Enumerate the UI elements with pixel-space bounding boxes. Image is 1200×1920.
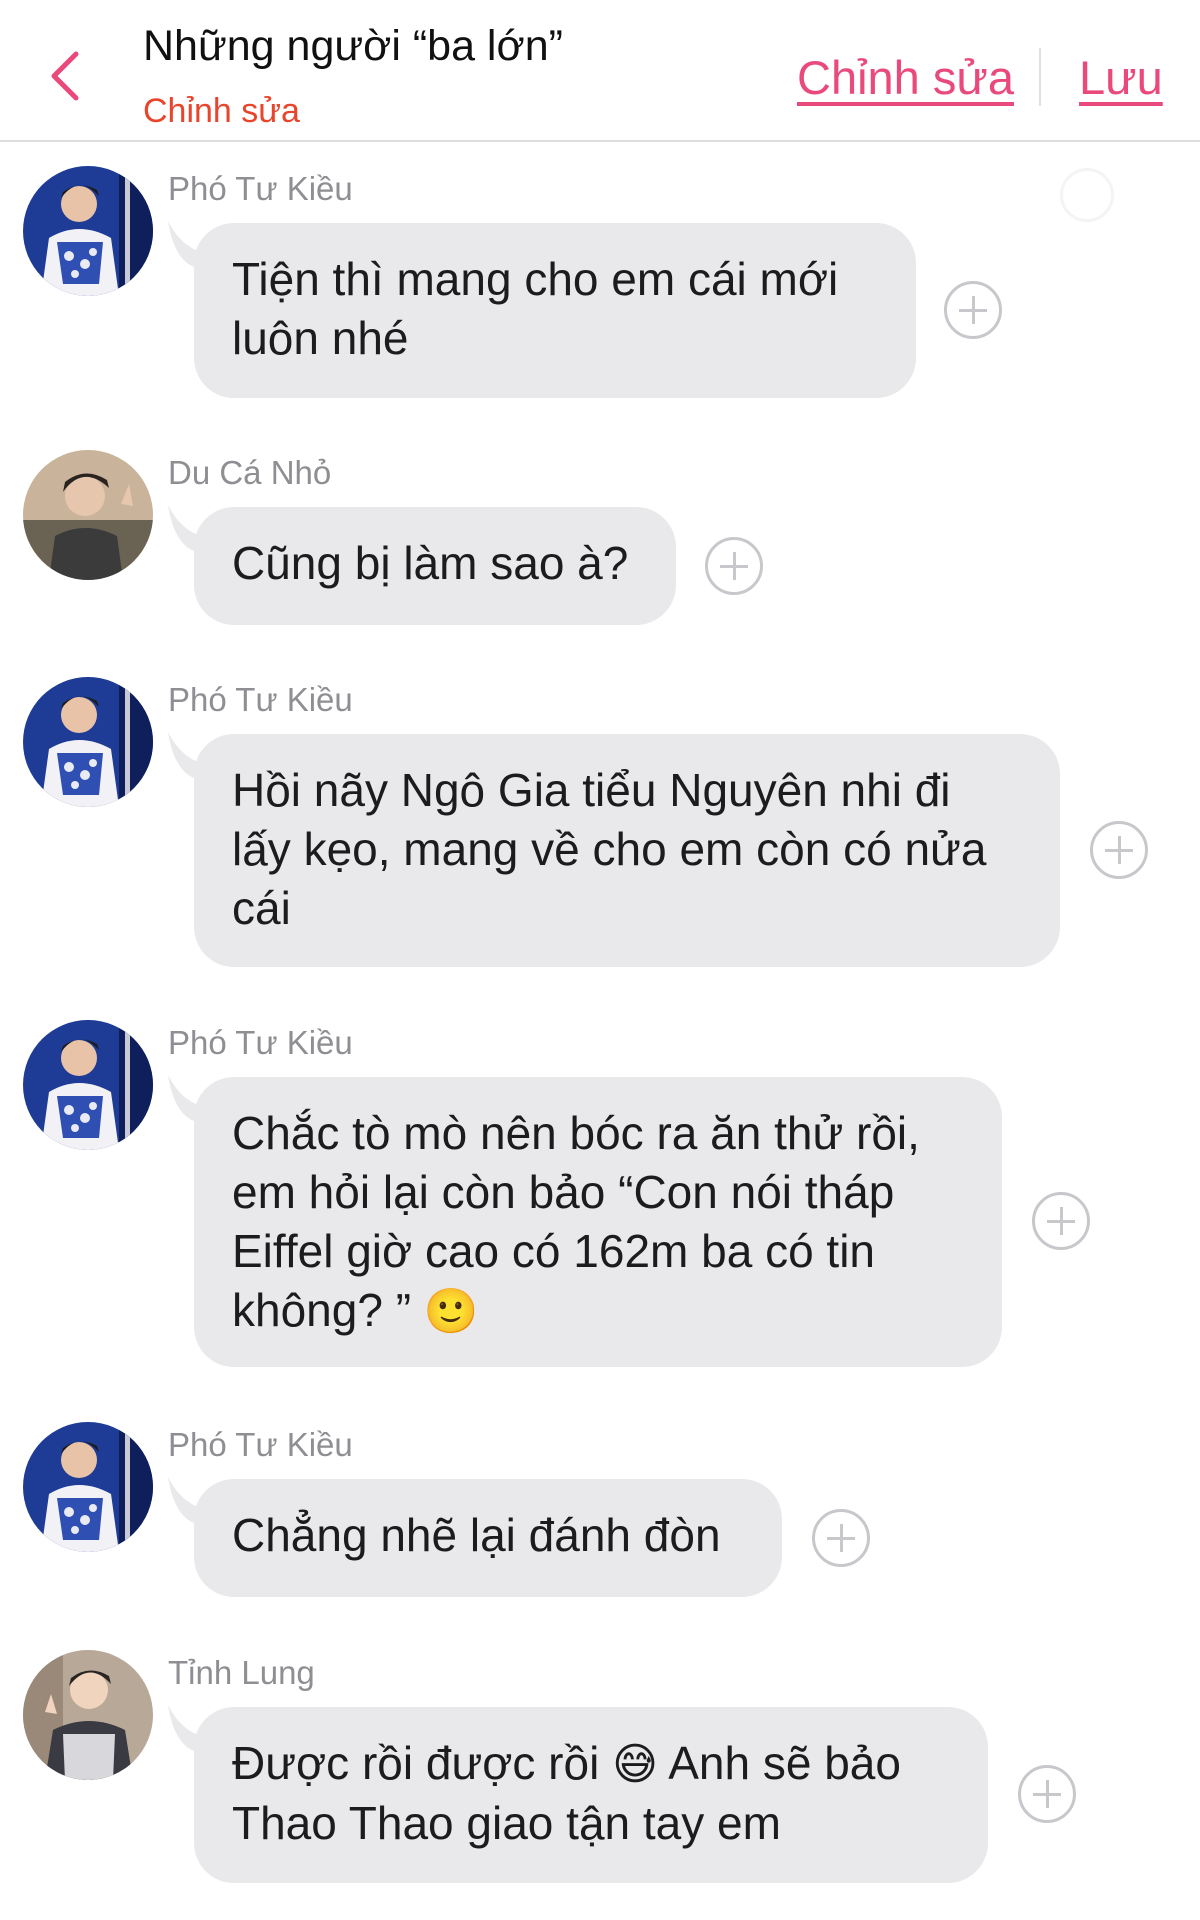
page-title: Những người “ba lớn”	[143, 22, 563, 70]
message-bubble[interactable]: Chắc tò mò nên bóc ra ăn thử rồi, em hỏi…	[194, 1077, 1002, 1367]
add-reaction-button[interactable]	[1032, 1192, 1090, 1250]
sender-name: Phó Tư Kiều	[168, 681, 353, 718]
sender-name: Phó Tư Kiều	[168, 1024, 353, 1061]
avatar-pho-tu-kieu[interactable]	[23, 166, 153, 296]
back-button[interactable]	[44, 48, 90, 104]
faded-circle-icon	[1060, 168, 1114, 222]
save-button[interactable]: Lưu	[1079, 50, 1163, 105]
slightly-smiling-emoji: 🙂	[423, 1286, 479, 1337]
edit-button[interactable]: Chỉnh sửa	[797, 50, 1014, 105]
add-reaction-button[interactable]	[812, 1509, 870, 1567]
grinning-sweat-emoji: 😅	[612, 1739, 658, 1790]
avatar-tinh-lung[interactable]	[23, 1650, 153, 1780]
add-reaction-button[interactable]	[944, 281, 1002, 339]
message-bubble[interactable]: Hồi nãy Ngô Gia tiểu Nguyên nhi đi lấy k…	[194, 734, 1060, 967]
message-text: Cũng bị làm sao à?	[232, 537, 629, 589]
header-divider	[1039, 48, 1041, 106]
add-reaction-button[interactable]	[1018, 1765, 1076, 1823]
chevron-left-icon	[51, 51, 79, 101]
avatar-du-ca-nho[interactable]	[23, 450, 153, 580]
add-reaction-button[interactable]	[1090, 821, 1148, 879]
message-bubble[interactable]: Tiện thì mang cho em cái mới luôn nhé	[194, 223, 916, 398]
avatar-pho-tu-kieu[interactable]	[23, 1422, 153, 1552]
message-text: Được rồi được rồi	[232, 1737, 600, 1789]
sender-name: Phó Tư Kiều	[168, 170, 353, 207]
message-bubble[interactable]: Chẳng nhẽ lại đánh đòn	[194, 1479, 782, 1597]
message-bubble[interactable]: Cũng bị làm sao à?	[194, 507, 676, 625]
message-text: Tiện thì mang cho em cái mới luôn nhé	[232, 253, 839, 364]
avatar-pho-tu-kieu[interactable]	[23, 677, 153, 807]
nav-header: Những người “ba lớn” Chỉnh sửa Chỉnh sửa…	[0, 0, 1200, 142]
add-reaction-button[interactable]	[705, 537, 763, 595]
message-text: Chắc tò mò nên bóc ra ăn thử rồi, em hỏi…	[232, 1107, 920, 1336]
message-bubble[interactable]: Được rồi được rồi 😅 Anh sẽ bảo Thao Thao…	[194, 1707, 988, 1883]
sender-name: Du Cá Nhỏ	[168, 454, 332, 491]
message-text: Hồi nãy Ngô Gia tiểu Nguyên nhi đi lấy k…	[232, 764, 987, 934]
sender-name: Phó Tư Kiều	[168, 1426, 353, 1463]
page-subtitle: Chỉnh sửa	[143, 92, 300, 130]
sender-name: Tỉnh Lung	[168, 1654, 315, 1691]
message-text: Chẳng nhẽ lại đánh đòn	[232, 1509, 721, 1561]
avatar-pho-tu-kieu[interactable]	[23, 1020, 153, 1150]
